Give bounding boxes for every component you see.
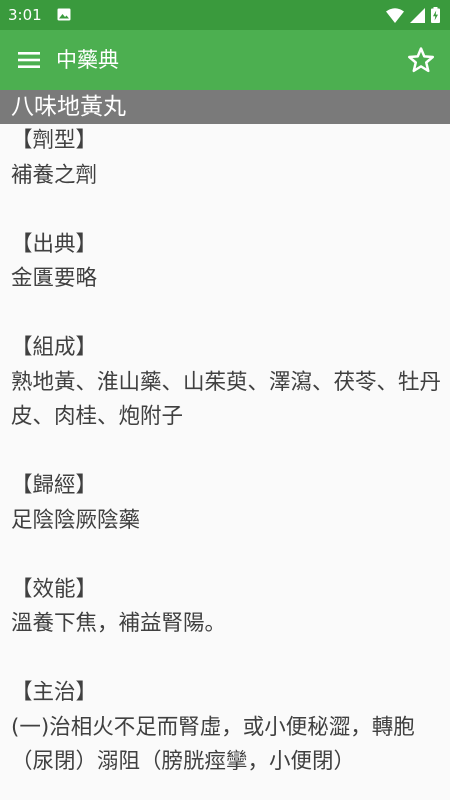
app-bar: 中藥典 bbox=[0, 30, 450, 90]
section-body: (一)治相火不足而腎虛，或小便秘澀，轉胞（尿閉）溺阻（膀胱痙攣，小便閉） bbox=[11, 714, 415, 775]
section-heading: 【劑型】 bbox=[11, 128, 98, 153]
section-meridians: 【歸經】 足陰陰厥陰藥 bbox=[11, 469, 443, 538]
section-heading: 【歸經】 bbox=[11, 473, 98, 498]
section-composition: 【組成】 熟地黃、淮山藥、山茱萸、澤瀉、茯苓、牡丹皮、肉桂、炮附子 bbox=[11, 331, 443, 435]
section-body: 熟地黃、淮山藥、山茱萸、澤瀉、茯苓、牡丹皮、肉桂、炮附子 bbox=[11, 369, 442, 430]
menu-icon[interactable] bbox=[14, 46, 44, 74]
app-title: 中藥典 bbox=[56, 48, 119, 72]
wifi-icon bbox=[386, 7, 404, 23]
section-body: 足陰陰厥陰藥 bbox=[11, 507, 141, 533]
section-indications: 【主治】 (一)治相火不足而腎虛，或小便秘澀，轉胞（尿閉）溺阻（膀胱痙攣，小便閉… bbox=[11, 676, 443, 780]
section-dosage-form: 【劑型】 補養之劑 bbox=[11, 124, 443, 193]
entry-title-band: 八味地黃丸 bbox=[0, 90, 450, 124]
status-bar: 3:01 bbox=[0, 0, 450, 30]
favorite-star-icon[interactable] bbox=[406, 45, 436, 75]
section-heading: 【組成】 bbox=[11, 335, 98, 360]
section-heading: 【出典】 bbox=[11, 231, 98, 257]
entry-title: 八味地黃丸 bbox=[11, 94, 126, 120]
section-efficacy: 【效能】 溫養下焦，補益腎陽。 bbox=[11, 573, 443, 642]
entry-content: 【劑型】 補養之劑 【出典】 金匱要略 【組成】 熟地黃、淮山藥、山茱萸、澤瀉、… bbox=[11, 124, 443, 800]
section-body: 補養之劑 bbox=[11, 162, 98, 188]
section-body: 溫養下焦，補益腎陽。 bbox=[11, 611, 227, 636]
status-icons bbox=[386, 7, 440, 23]
battery-charging-icon bbox=[431, 7, 440, 23]
signal-icon bbox=[410, 7, 425, 23]
image-notification-icon bbox=[57, 8, 71, 21]
section-heading: 【主治】 bbox=[11, 680, 98, 705]
status-time: 3:01 bbox=[8, 6, 42, 24]
section-source: 【出典】 金匱要略 bbox=[11, 228, 443, 297]
section-body: 金匱要略 bbox=[11, 266, 98, 291]
section-heading: 【效能】 bbox=[11, 576, 98, 602]
